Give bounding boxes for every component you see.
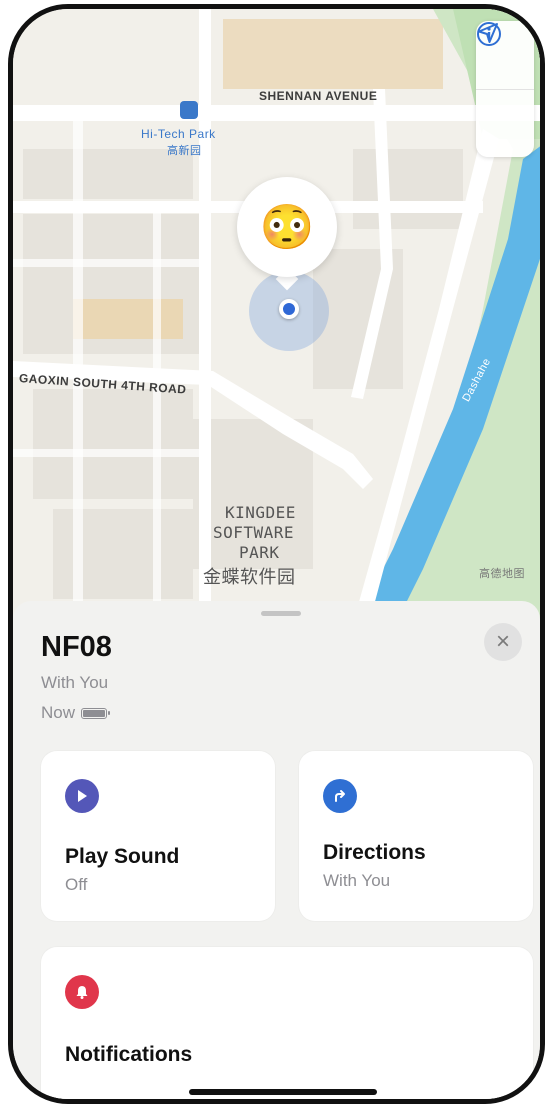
notifications-label: Notifications bbox=[65, 1043, 193, 1066]
device-subtitle: With You bbox=[41, 673, 109, 692]
location-arrow-icon bbox=[478, 23, 498, 43]
directions-card[interactable]: Directions With You bbox=[299, 751, 533, 921]
park-label-line1: KINGDEE bbox=[225, 503, 296, 522]
map-watermark: 高德地图 bbox=[479, 568, 525, 580]
play-sound-sub: Off bbox=[65, 875, 88, 894]
directions-icon bbox=[323, 779, 357, 813]
device-title: NF08 bbox=[41, 631, 112, 663]
phone-frame: SHENNAN AVENUE GAOXIN SOUTH 4TH ROAD Das… bbox=[8, 4, 545, 1104]
play-icon bbox=[65, 779, 99, 813]
device-pin[interactable]: 😳 bbox=[237, 177, 337, 277]
directions-sub: With You bbox=[323, 871, 391, 890]
park-label-zh: 金蝶软件园 bbox=[203, 567, 296, 587]
close-icon: × bbox=[495, 628, 510, 655]
bell-icon bbox=[65, 975, 99, 1009]
station-label-en: Hi-Tech Park bbox=[141, 127, 216, 141]
status-text: Now bbox=[41, 703, 76, 722]
current-location-button[interactable] bbox=[476, 23, 534, 157]
road-label-shennan: SHENNAN AVENUE bbox=[259, 89, 378, 103]
device-sheet: NF08 With You Now × Play Sound Off Direc… bbox=[13, 601, 540, 1099]
notifications-card[interactable]: Notifications bbox=[41, 947, 533, 1099]
location-dot bbox=[279, 299, 299, 319]
park-label-line3: PARK bbox=[239, 543, 280, 562]
battery-icon bbox=[81, 707, 111, 719]
directions-label: Directions bbox=[323, 841, 426, 864]
station-label-zh: 高新园 bbox=[167, 145, 202, 157]
sheet-grabber[interactable] bbox=[261, 611, 301, 616]
close-button[interactable]: × bbox=[484, 623, 522, 661]
map-controls bbox=[476, 21, 534, 157]
park-label-line2: SOFTWARE bbox=[213, 523, 295, 542]
play-sound-card[interactable]: Play Sound Off bbox=[41, 751, 275, 921]
map-view[interactable]: SHENNAN AVENUE GAOXIN SOUTH 4TH ROAD Das… bbox=[13, 9, 540, 629]
home-indicator[interactable] bbox=[189, 1089, 377, 1095]
pin-emoji: 😳 bbox=[259, 203, 315, 252]
device-status: Now bbox=[41, 703, 111, 723]
play-sound-label: Play Sound bbox=[65, 845, 180, 868]
